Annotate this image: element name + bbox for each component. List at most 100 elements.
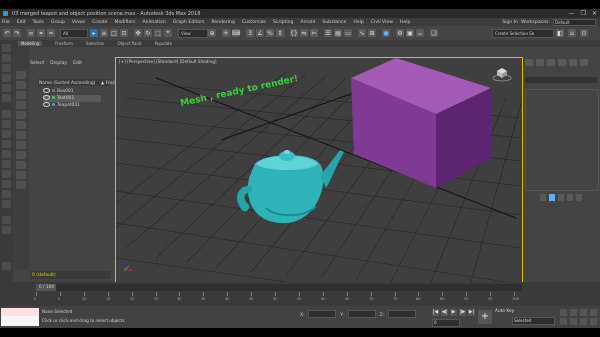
play-icon[interactable]: ▶: [450, 309, 457, 316]
coord-z-field[interactable]: [387, 310, 416, 318]
layer-label[interactable]: 0 (default): [32, 273, 56, 278]
maxscript-output[interactable]: [1, 308, 39, 316]
track-bar[interactable]: 0 5 10 15 20 25 30 35 40 45 50 55 60 65 70 75 80 85 90 95 10…: [34, 292, 522, 304]
menu-graph-editors[interactable]: Graph Editors: [173, 20, 205, 25]
menu-edit[interactable]: Edit: [17, 20, 26, 25]
unlink-icon[interactable]: ⚭: [37, 29, 45, 37]
mirror-icon[interactable]: ⇋: [300, 29, 308, 37]
ribbon-tab-object-paint[interactable]: Object Paint: [117, 41, 141, 46]
menu-substance[interactable]: Substance: [322, 20, 346, 25]
configure-sets-icon[interactable]: [576, 194, 582, 201]
select-rotate-icon[interactable]: ↻: [144, 29, 152, 37]
filter-groups-icon[interactable]: [16, 131, 26, 139]
schematic-view-icon[interactable]: ⊞: [368, 29, 376, 37]
menu-scripting[interactable]: Scripting: [273, 20, 293, 25]
strip-motion-icon[interactable]: [2, 74, 11, 82]
perspective-viewport[interactable]: Mesh , ready to render! [+] [Perspective…: [115, 57, 523, 283]
material-editor-icon[interactable]: ●: [382, 29, 390, 37]
explorer-tab-select[interactable]: Select: [30, 61, 44, 66]
ribbon-tab-populate[interactable]: Populate: [155, 41, 172, 46]
tree-node-text[interactable]: Text001: [43, 95, 101, 102]
strip-spacewarps-icon[interactable]: [2, 160, 11, 168]
strip-cameras-icon[interactable]: [2, 140, 11, 148]
filter-lights-icon[interactable]: [16, 91, 26, 99]
object-name-field[interactable]: [525, 77, 597, 83]
bind-spacewarp-icon[interactable]: ≈: [47, 29, 55, 37]
tree-node-teapot[interactable]: Teapot001: [43, 102, 80, 109]
strip-utilities-icon[interactable]: [2, 94, 11, 102]
coord-y-field[interactable]: [347, 310, 376, 318]
explorer-tab-display[interactable]: Display: [50, 61, 67, 66]
filter-all-icon[interactable]: [16, 161, 26, 169]
ribbon-tab-modeling[interactable]: Modeling: [18, 41, 43, 46]
modify-tab-icon[interactable]: [536, 59, 544, 66]
align-icon[interactable]: ⊨: [310, 29, 318, 37]
toggle-ribbon-icon[interactable]: ▭: [344, 29, 352, 37]
create-tab-icon[interactable]: [525, 59, 533, 66]
filter-cameras-icon[interactable]: [16, 101, 26, 109]
strip-filter-icon[interactable]: [2, 180, 11, 188]
make-unique-icon[interactable]: [558, 194, 564, 201]
select-scale-icon[interactable]: ⬚: [154, 29, 162, 37]
viewcube-icon[interactable]: [492, 66, 512, 82]
percent-snap-icon[interactable]: %: [266, 29, 274, 37]
strip-layers-icon[interactable]: [2, 190, 11, 198]
next-frame-icon[interactable]: |▶: [459, 309, 466, 316]
show-end-result-icon[interactable]: [549, 194, 555, 201]
filter-bones-icon[interactable]: [16, 151, 26, 159]
strip-helpers-icon[interactable]: [2, 150, 11, 158]
render-production-icon[interactable]: ☕: [416, 29, 424, 37]
snaps-toggle-icon[interactable]: 3: [246, 29, 254, 37]
zoom-all-icon[interactable]: [570, 309, 577, 316]
toggle-scene-explorer-icon[interactable]: ☰: [324, 29, 332, 37]
time-slider[interactable]: 0 / 100: [36, 284, 522, 291]
text-object[interactable]: Mesh , ready to render!: [180, 74, 300, 109]
filter-warps-icon[interactable]: [16, 121, 26, 129]
select-move-icon[interactable]: ✥: [134, 29, 142, 37]
open-explorer-icon[interactable]: ◧: [556, 29, 564, 37]
named-selection-set-select[interactable]: Create Selection Se: [492, 29, 554, 38]
strip-systems-icon[interactable]: [2, 170, 11, 178]
teapot-object[interactable]: [237, 150, 344, 224]
select-place-icon[interactable]: ⌖: [164, 29, 172, 37]
strip-shapes-icon[interactable]: [2, 120, 11, 128]
spinner-snap-icon[interactable]: ⇕: [276, 29, 284, 37]
menu-modifiers[interactable]: Modifiers: [114, 20, 135, 25]
selection-filter-select[interactable]: All: [60, 29, 88, 38]
selected-dropdown[interactable]: Selected: [512, 317, 555, 325]
strip-create-icon[interactable]: [2, 44, 11, 52]
strip-hierarchy-icon[interactable]: [2, 64, 11, 72]
visibility-eye-icon[interactable]: [43, 95, 50, 100]
menu-civil-view[interactable]: Civil View: [371, 20, 393, 25]
menu-help-a[interactable]: Help: [353, 20, 363, 25]
strip-modify-icon[interactable]: [2, 54, 11, 62]
menu-arnold[interactable]: Arnold: [300, 20, 315, 25]
menu-views[interactable]: Views: [72, 20, 85, 25]
asset-tracking-icon[interactable]: ⊙: [580, 29, 588, 37]
set-key-icon[interactable]: +: [478, 310, 492, 324]
minimize-icon[interactable]: —: [569, 10, 575, 17]
tree-node-box[interactable]: Box001: [43, 88, 74, 95]
viewport-label[interactable]: [+] [Perspective] [Standard] [Default Sh…: [119, 59, 217, 64]
menu-help-b[interactable]: Help: [400, 20, 410, 25]
strip-collapse-icon[interactable]: [2, 226, 11, 234]
modifier-stack[interactable]: [525, 89, 599, 191]
orbit-icon[interactable]: [580, 318, 587, 325]
zoom-icon[interactable]: [560, 309, 567, 316]
menu-tools[interactable]: Tools: [33, 20, 44, 25]
strip-display-icon[interactable]: [2, 84, 11, 92]
strip-expand-icon[interactable]: [2, 216, 11, 224]
goto-start-icon[interactable]: |◀: [432, 309, 439, 316]
rect-selection-icon[interactable]: □: [110, 29, 118, 37]
menu-create[interactable]: Create: [92, 20, 107, 25]
select-manipulate-icon[interactable]: ✛: [222, 29, 230, 37]
menu-group[interactable]: Group: [51, 20, 65, 25]
undo-icon[interactable]: ↶: [3, 29, 11, 37]
render-iterative-icon[interactable]: ❏: [430, 29, 438, 37]
pan-icon[interactable]: [570, 318, 577, 325]
select-by-name-icon[interactable]: ≡: [100, 29, 108, 37]
display-tab-icon[interactable]: [569, 59, 577, 66]
goto-end-icon[interactable]: ▶|: [468, 309, 475, 316]
strip-lights-icon[interactable]: [2, 130, 11, 138]
coord-x-field[interactable]: [308, 310, 337, 318]
